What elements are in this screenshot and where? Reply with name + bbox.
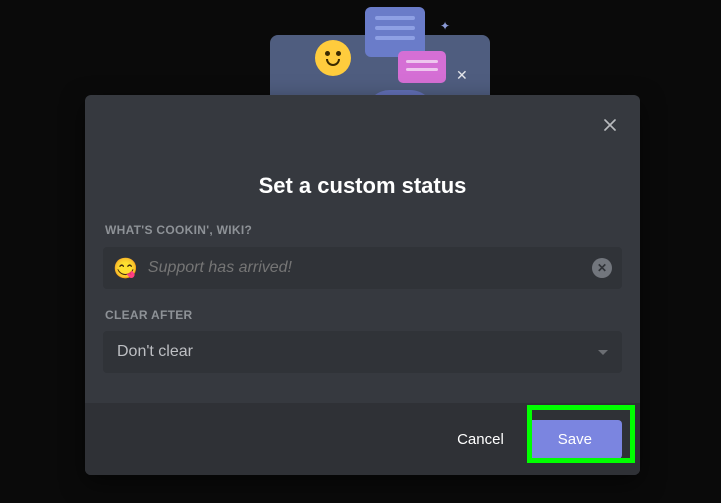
hero-sparkle-x: ✕: [456, 67, 468, 84]
chevron-down-icon: [598, 350, 608, 355]
close-icon: [600, 115, 620, 135]
chat-bubble-graphic: [398, 51, 446, 83]
clear-x-icon: ✕: [597, 261, 607, 275]
cancel-button[interactable]: Cancel: [451, 421, 510, 458]
modal-title: Set a custom status: [85, 173, 640, 199]
status-field-label: WHAT'S COOKIN', WIKI?: [105, 223, 252, 237]
close-button[interactable]: [596, 111, 624, 139]
status-input-row: 😋 ✕: [103, 247, 622, 289]
custom-status-modal: Set a custom status WHAT'S COOKIN', WIKI…: [85, 95, 640, 475]
list-bubble-graphic: [365, 7, 425, 57]
dropdown-selected-value: Don't clear: [117, 343, 193, 361]
clear-after-dropdown[interactable]: Don't clear: [103, 331, 622, 373]
save-button[interactable]: Save: [528, 420, 622, 459]
clear-after-label: CLEAR AFTER: [105, 308, 193, 322]
status-text-input[interactable]: [148, 259, 592, 277]
modal-footer: Cancel Save: [85, 403, 640, 475]
emoji-picker-button[interactable]: 😋: [113, 256, 138, 281]
clear-status-button[interactable]: ✕: [592, 258, 612, 278]
smiley-icon: [315, 40, 351, 76]
